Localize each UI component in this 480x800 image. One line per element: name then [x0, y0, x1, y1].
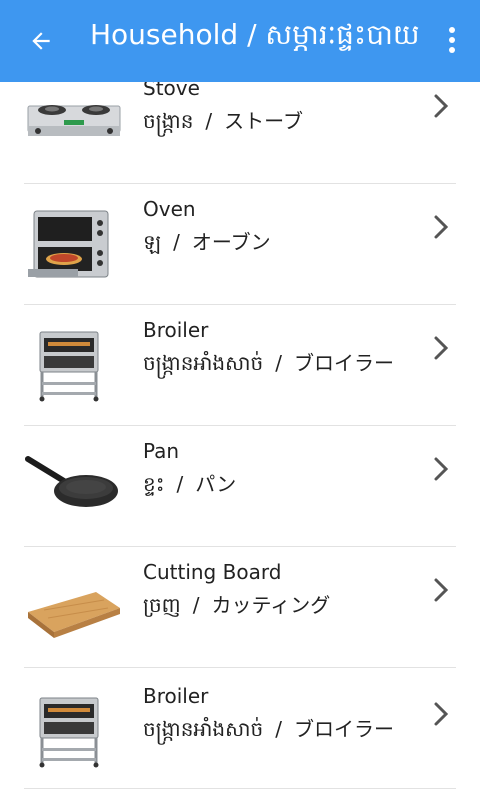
chevron-right-icon [434, 702, 449, 726]
vocabulary-list: Stove ចង្ក្រាន / ストーブ Oven ឡ / オーブン Broi… [0, 82, 480, 800]
separator: / [205, 109, 213, 133]
list-item-oven[interactable]: Oven ឡ / オーブン [24, 184, 456, 305]
item-translation: ខ្ទះ / パン [143, 468, 236, 501]
separator: / [173, 230, 180, 254]
broiler-image [24, 330, 124, 402]
item-translation: ចង្ក្រាន / ストーブ [143, 105, 303, 138]
oven-image [24, 209, 124, 281]
item-translation: ច្រញ / カッティング [143, 589, 330, 622]
stove-image [24, 88, 124, 160]
more-options-button[interactable] [434, 20, 470, 60]
khmer-text: ចង្ក្រានអាំងសាច់ [143, 717, 264, 741]
khmer-text: ចង្ក្រានអាំងសាច់ [143, 351, 264, 375]
broiler-image [24, 696, 124, 768]
khmer-text: ច្រញ [143, 593, 181, 617]
japanese-text: ストーブ [224, 109, 303, 133]
chevron-right-icon [434, 215, 449, 239]
page-title: Household / សម្ភារៈផ្ទះបាយ . [90, 17, 430, 51]
japanese-text: ブロイラー [293, 717, 394, 741]
cutting-board-image [24, 572, 124, 644]
arrow-left-icon [32, 32, 50, 50]
item-name: Cutting Board [143, 560, 282, 584]
item-name: Broiler [143, 684, 209, 708]
pan-image [24, 451, 124, 523]
chevron-right-icon [434, 578, 449, 602]
list-item-stove[interactable]: Stove ចង្ក្រាន / ストーブ [24, 82, 456, 184]
japanese-text: ブロイラー [293, 351, 394, 375]
chevron-right-icon [434, 457, 449, 481]
japanese-text: カッティング [211, 593, 331, 617]
list-item-cutting-board[interactable]: Cutting Board ច្រញ / カッティング [24, 547, 456, 668]
khmer-text: ខ្ទះ [143, 472, 165, 496]
item-translation: ឡ / オーブン [143, 226, 271, 259]
item-translation: ចង្ក្រានអាំងសាច់ / ブロイラー [143, 713, 394, 746]
item-name: Broiler [143, 318, 209, 342]
separator: / [275, 351, 282, 375]
item-name: Stove [143, 82, 200, 100]
item-name: Pan [143, 439, 180, 463]
list-item-broiler[interactable]: Broiler ចង្ក្រានអាំងសាច់ / ブロイラー [24, 305, 456, 426]
chevron-right-icon [434, 94, 449, 118]
item-translation: ចង្ក្រានអាំងសាច់ / ブロイラー [143, 347, 394, 380]
list-item-pan[interactable]: Pan ខ្ទះ / パン [24, 426, 456, 547]
khmer-text: ចង្ក្រាន [143, 109, 194, 133]
chevron-right-icon [434, 336, 449, 360]
separator: / [192, 593, 200, 617]
japanese-text: パン [195, 472, 237, 496]
more-vert-icon [449, 27, 455, 53]
khmer-text: ឡ [143, 230, 162, 254]
japanese-text: オーブン [191, 230, 271, 254]
separator: / [176, 472, 184, 496]
app-bar: Household / សម្ភារៈផ្ទះបាយ . [0, 0, 480, 82]
separator: / [275, 717, 282, 741]
back-button[interactable] [0, 0, 82, 82]
list-item-broiler[interactable]: Broiler ចង្ក្រានអាំងសាច់ / ブロイラー [24, 668, 456, 789]
item-name: Oven [143, 197, 196, 221]
